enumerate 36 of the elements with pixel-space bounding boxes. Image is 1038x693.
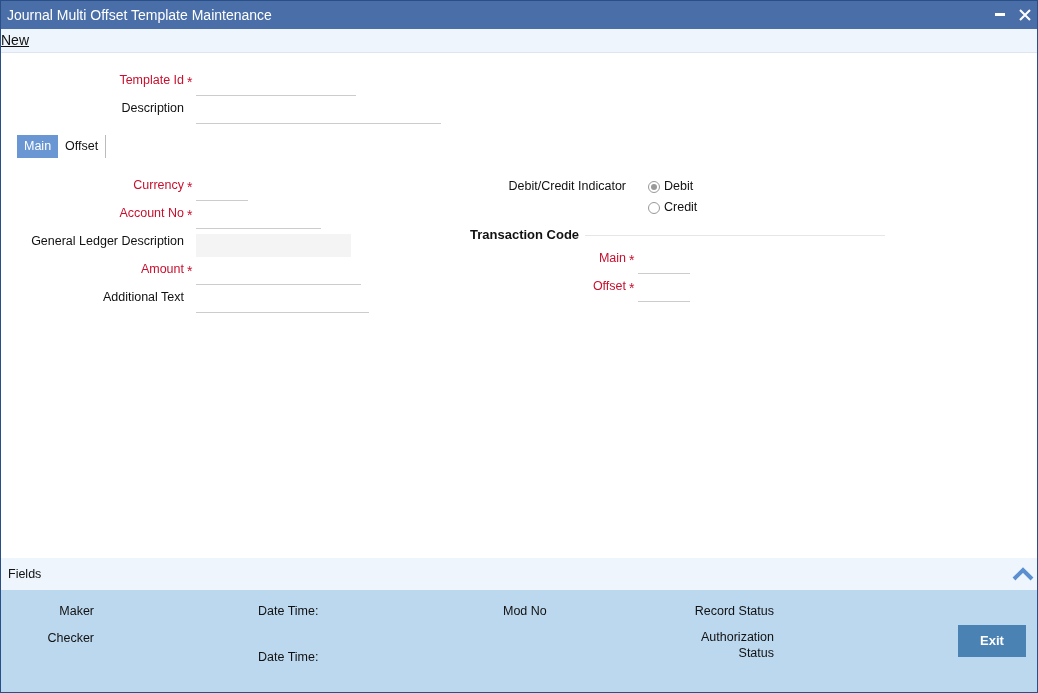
field-label: Main: [597, 250, 626, 268]
required-asterisk: *: [186, 72, 194, 92]
radio-button[interactable]: [648, 201, 660, 214]
minimize-icon[interactable]: [995, 13, 1005, 17]
required-asterisk: *: [628, 250, 636, 270]
required-asterisk: *: [186, 205, 194, 225]
required-asterisk: *: [186, 261, 194, 281]
radio-button[interactable]: [648, 180, 660, 193]
required-asterisk: *: [628, 278, 636, 298]
field-label: Currency: [132, 177, 184, 195]
field-label: Template Id: [118, 72, 184, 90]
radio-label[interactable]: Debit: [664, 177, 694, 196]
radio-label[interactable]: Credit: [664, 198, 698, 217]
field-label: Description: [120, 100, 184, 118]
audit-label: Date Time:: [258, 649, 320, 666]
audit-label: Maker: [58, 603, 94, 620]
field-label: Offset: [591, 278, 626, 296]
audit-label: Date Time:: [258, 603, 320, 620]
chevron-up-icon[interactable]: [1011, 567, 1034, 581]
audit-label: Record Status: [693, 603, 774, 620]
field-label: Debit/Credit Indicator: [507, 178, 626, 195]
audit-label: Checker: [46, 630, 94, 647]
section-title: Transaction Code: [469, 226, 581, 245]
fields-bar[interactable]: Fields: [1, 558, 1037, 590]
field-label: Additional Text: [101, 289, 184, 307]
audit-label: Mod No: [503, 603, 548, 620]
new-link[interactable]: New: [1, 30, 29, 51]
fields-label: Fields: [8, 565, 42, 583]
field-label: Amount: [139, 261, 184, 279]
field-label: Account No: [118, 205, 184, 223]
required-asterisk: *: [186, 177, 194, 197]
field-label: General Ledger Description: [30, 233, 184, 251]
window-title: Journal Multi Offset Template Maintenance: [7, 5, 272, 25]
close-icon[interactable]: [1019, 9, 1031, 21]
audit-label: Authorization Status: [700, 629, 774, 661]
exit-button[interactable]: Exit: [958, 625, 1026, 657]
